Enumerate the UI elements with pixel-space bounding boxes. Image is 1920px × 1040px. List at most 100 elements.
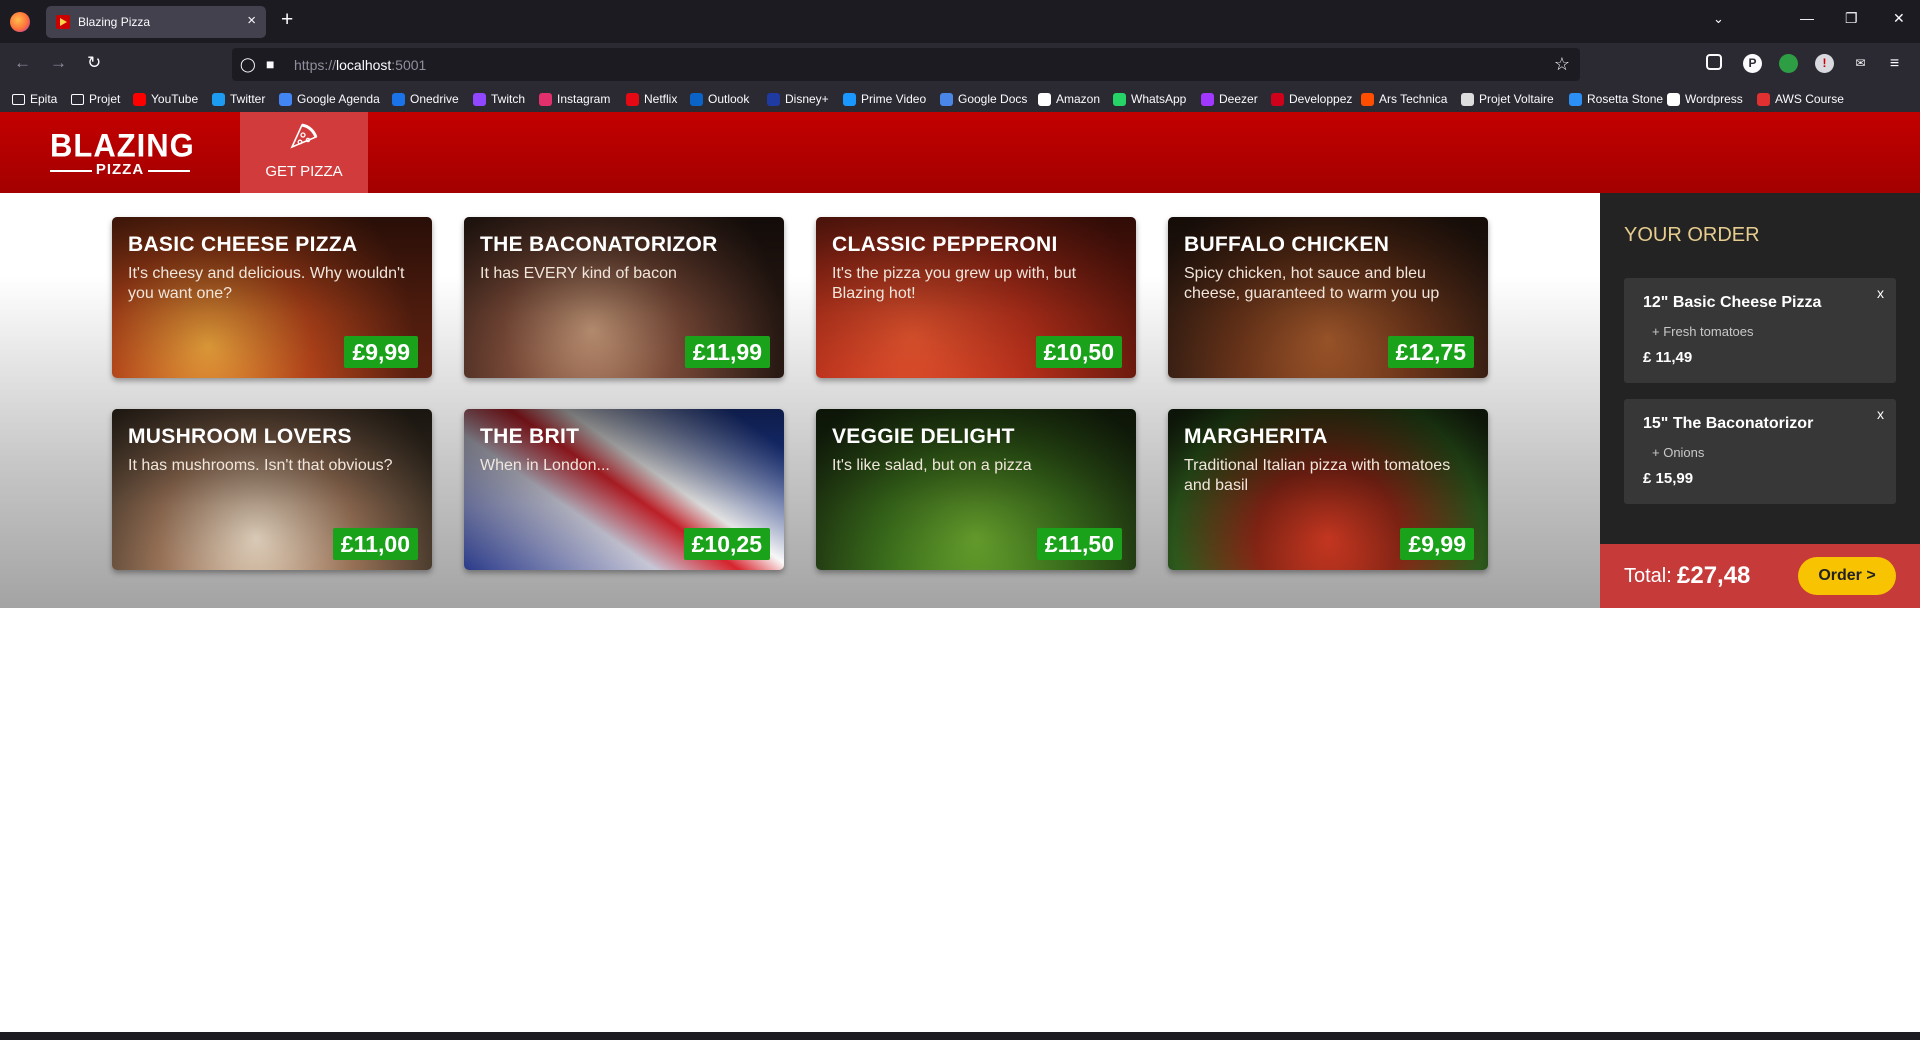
bookmark-epita[interactable]: Epita: [12, 92, 57, 106]
bookmark-aws-course[interactable]: AWS Course: [1757, 92, 1844, 106]
browser-tab-bar: Blazing Pizza × + ⌄ — ❐ ✕: [0, 0, 1920, 43]
amazon-icon: [1038, 92, 1051, 106]
bookmark-label: Disney+: [785, 92, 829, 106]
url-bar[interactable]: ◯ ■ https://localhost:5001 ☆: [232, 48, 1580, 81]
bookmark-instagram[interactable]: Instagram: [539, 92, 610, 106]
bookmark-amazon[interactable]: Amazon: [1038, 92, 1100, 106]
lock-icon[interactable]: ■: [266, 56, 274, 72]
browser-tab[interactable]: Blazing Pizza ×: [46, 6, 266, 38]
logo-title: BLAZING: [50, 127, 195, 164]
proton-pass-icon[interactable]: P: [1743, 54, 1762, 73]
bookmark-projet-voltaire[interactable]: Projet Voltaire: [1461, 92, 1554, 106]
bookmark-onedrive[interactable]: Onedrive: [392, 92, 459, 106]
bookmark-prime-video[interactable]: Prime Video: [843, 92, 926, 106]
pizza-price: £9,99: [344, 336, 418, 368]
folder-icon: [12, 93, 25, 105]
whatsapp-icon: [1113, 92, 1126, 106]
bookmark-outlook[interactable]: Outlook: [690, 92, 749, 106]
pizza-card[interactable]: THE BRIT When in London... £10,25: [464, 409, 784, 570]
remove-item-button[interactable]: x: [1877, 406, 1884, 422]
tab-list-chevron-icon[interactable]: ⌄: [1713, 11, 1724, 27]
bookmark-developpez[interactable]: Developpez: [1271, 92, 1352, 106]
pizza-name: THE BRIT: [480, 425, 580, 448]
extension-privacy-icon[interactable]: !: [1815, 54, 1834, 73]
twitter-icon: [212, 92, 225, 106]
new-tab-button[interactable]: +: [281, 8, 293, 32]
close-window-icon[interactable]: ✕: [1893, 10, 1905, 27]
bookmark-google-docs[interactable]: Google Docs: [940, 92, 1027, 106]
bookmark-label: WhatsApp: [1131, 92, 1187, 106]
restore-icon[interactable]: ❐: [1845, 10, 1858, 27]
pizza-card[interactable]: MARGHERITA Traditional Italian pizza with…: [1168, 409, 1488, 570]
pizza-description: When in London...: [480, 457, 610, 474]
blazing-pizza-logo[interactable]: BLAZING PIZZA: [50, 127, 195, 178]
pizza-slice-icon: [290, 123, 318, 149]
bookmark-twitch[interactable]: Twitch: [473, 92, 525, 106]
pizza-card[interactable]: VEGGIE DELIGHT It's like salad, but on a …: [816, 409, 1136, 570]
order-item-name: 15" The Baconatorizor: [1643, 415, 1814, 432]
bookmark-wordpress[interactable]: Wordpress: [1667, 92, 1743, 106]
bookmark-star-icon[interactable]: ☆: [1554, 54, 1570, 75]
bookmark-projet[interactable]: Projet: [71, 92, 120, 106]
pizza-card[interactable]: THE BACONATORIZOR It has EVERY kind of ba…: [464, 217, 784, 378]
extensions-puzzle-icon[interactable]: ✉: [1851, 54, 1870, 73]
bookmark-twitter[interactable]: Twitter: [212, 92, 265, 106]
bookmark-label: Netflix: [644, 92, 678, 106]
order-item-topping: + Fresh tomatoes: [1652, 324, 1754, 339]
pizza-name: CLASSIC PEPPERONI: [832, 233, 1058, 256]
menu-hamburger-icon[interactable]: ≡: [1885, 54, 1904, 73]
order-item: 12" Basic Cheese Pizza + Fresh tomatoes £ …: [1624, 278, 1896, 383]
order-item-topping: + Onions: [1652, 445, 1705, 460]
bookmark-label: Outlook: [708, 92, 750, 106]
pizza-price: £11,00: [332, 528, 418, 560]
bookmark-disney-[interactable]: Disney+: [767, 92, 829, 106]
back-arrow-icon[interactable]: ←: [14, 53, 31, 73]
bookmark-youtube[interactable]: YouTube: [133, 92, 198, 106]
bookmark-label: Wordpress: [1685, 92, 1743, 106]
aws-icon: [1757, 92, 1770, 106]
tab-close-icon[interactable]: ×: [247, 12, 256, 29]
minimize-icon[interactable]: —: [1800, 10, 1814, 26]
twitch-icon: [473, 92, 486, 106]
pizza-name: MARGHERITA: [1184, 425, 1328, 448]
ars-icon: [1361, 92, 1374, 106]
bookmark-ars-technica[interactable]: Ars Technica: [1361, 92, 1447, 106]
pizza-card[interactable]: CLASSIC PEPPERONI It's the pizza you grew…: [816, 217, 1136, 378]
logo-divider: [148, 170, 190, 172]
pizza-price: £10,50: [1035, 336, 1122, 368]
bookmark-rosetta-stone[interactable]: Rosetta Stone: [1569, 92, 1663, 106]
pizza-description: It's the pizza you grew up with, but Bla…: [832, 265, 1077, 302]
pizza-description: Traditional Italian pizza with tomatoes …: [1184, 457, 1451, 494]
pizza-name: MUSHROOM LOVERS: [128, 425, 352, 448]
adblock-shield-icon[interactable]: [1779, 54, 1798, 73]
bookmark-deezer[interactable]: Deezer: [1201, 92, 1258, 106]
shield-icon[interactable]: ◯: [240, 56, 256, 73]
url-text[interactable]: https://localhost:5001: [294, 57, 426, 73]
bookmark-label: Rosetta Stone: [1587, 92, 1664, 106]
order-item-price: £ 11,49: [1643, 349, 1693, 366]
total-label: Total:: [1624, 565, 1672, 587]
bookmark-label: Onedrive: [410, 92, 459, 106]
pocket-icon[interactable]: [1706, 54, 1722, 70]
blazing-pizza-app: BLAZING PIZZA GET PIZZA BASIC CHEESE PIZ…: [0, 112, 1920, 1040]
order-button[interactable]: Order >: [1798, 557, 1896, 595]
reload-icon[interactable]: ↻: [87, 53, 101, 73]
prime-icon: [843, 92, 856, 106]
remove-item-button[interactable]: x: [1877, 285, 1884, 301]
bookmark-label: Projet: [89, 92, 121, 106]
pizza-card[interactable]: BUFFALO CHICKEN Spicy chicken, hot sauce …: [1168, 217, 1488, 378]
bookmark-label: AWS Course: [1775, 92, 1844, 106]
bookmark-label: Prime Video: [861, 92, 927, 106]
pizza-card[interactable]: MUSHROOM LOVERS It has mushrooms. Isn't t…: [112, 409, 432, 570]
nav-get-pizza-label: GET PIZZA: [265, 163, 343, 180]
calendar-icon: [279, 92, 292, 106]
bookmark-whatsapp[interactable]: WhatsApp: [1113, 92, 1186, 106]
forward-arrow-icon[interactable]: →: [50, 53, 67, 73]
pizza-card[interactable]: BASIC CHEESE PIZZA It's cheesy and delici…: [112, 217, 432, 378]
nav-get-pizza[interactable]: GET PIZZA: [240, 112, 368, 193]
firefox-icon[interactable]: [10, 12, 30, 32]
bookmark-label: Ars Technica: [1379, 92, 1448, 106]
bookmark-netflix[interactable]: Netflix: [626, 92, 677, 106]
bookmark-google-agenda[interactable]: Google Agenda: [279, 92, 380, 106]
wordpress-icon: [1667, 92, 1680, 106]
